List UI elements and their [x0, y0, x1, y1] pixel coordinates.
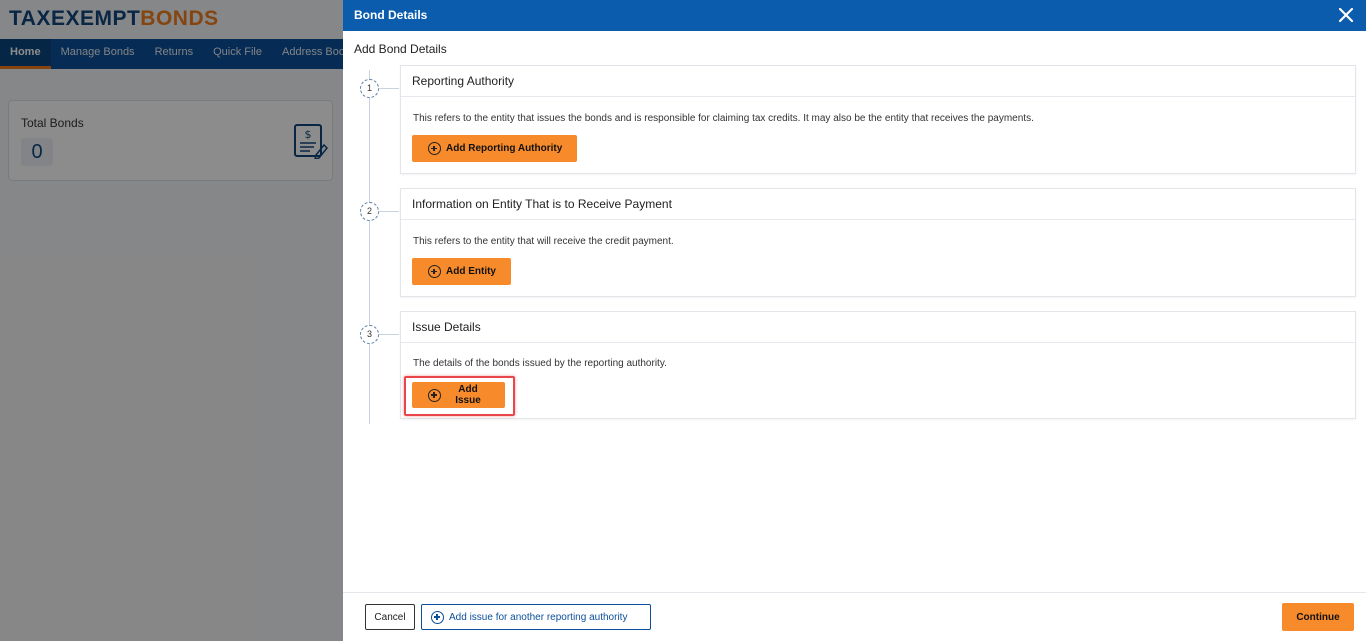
close-icon[interactable] [1334, 3, 1358, 27]
cancel-button[interactable]: Cancel [365, 604, 415, 630]
continue-button[interactable]: Continue [1282, 603, 1354, 631]
step-card-reporting-authority: Reporting Authority This refers to the e… [400, 65, 1356, 174]
button-label: Add Entity [446, 266, 496, 277]
step-description: This refers to the entity that will rece… [413, 236, 674, 247]
step-connector-1 [379, 88, 399, 89]
bond-details-drawer: Bond Details Add Bond Details 1 Reportin… [343, 0, 1366, 641]
button-label: Add Issue [455, 384, 481, 406]
plus-circle-icon [428, 265, 441, 278]
step-description: This refers to the entity that issues th… [413, 113, 1034, 124]
add-entity-button[interactable]: Add Entity [412, 258, 511, 285]
add-reporting-authority-button[interactable]: Add Reporting Authority [412, 135, 578, 162]
drawer-footer: Cancel Add issue for another reporting a… [343, 592, 1366, 641]
step-title: Reporting Authority [401, 66, 1355, 97]
step-number-3: 3 [360, 325, 379, 344]
add-issue-button[interactable]: Add Issue [412, 382, 505, 408]
step-connector-3 [379, 334, 399, 335]
plus-circle-icon [431, 610, 444, 624]
button-label: Add Reporting Authority [446, 143, 563, 154]
add-issue-another-authority-button[interactable]: Add issue for another reporting authorit… [421, 604, 651, 630]
timeline-line [369, 70, 370, 424]
step-card-receiving-entity: Information on Entity That is to Receive… [400, 188, 1356, 297]
step-number-1: 1 [360, 79, 379, 98]
drawer-subtitle: Add Bond Details [354, 42, 447, 56]
step-number-2: 2 [360, 202, 379, 221]
plus-circle-icon [428, 388, 441, 402]
plus-circle-icon [428, 142, 441, 155]
step-connector-2 [379, 211, 399, 212]
step-title: Issue Details [401, 312, 1355, 343]
button-label: Add issue for another reporting authorit… [449, 611, 628, 623]
step-title: Information on Entity That is to Receive… [401, 189, 1355, 220]
step-card-issue-details: Issue Details The details of the bonds i… [400, 311, 1356, 419]
drawer-title: Bond Details [354, 8, 428, 22]
drawer-header: Bond Details [343, 0, 1366, 31]
step-description: The details of the bonds issued by the r… [413, 358, 667, 369]
